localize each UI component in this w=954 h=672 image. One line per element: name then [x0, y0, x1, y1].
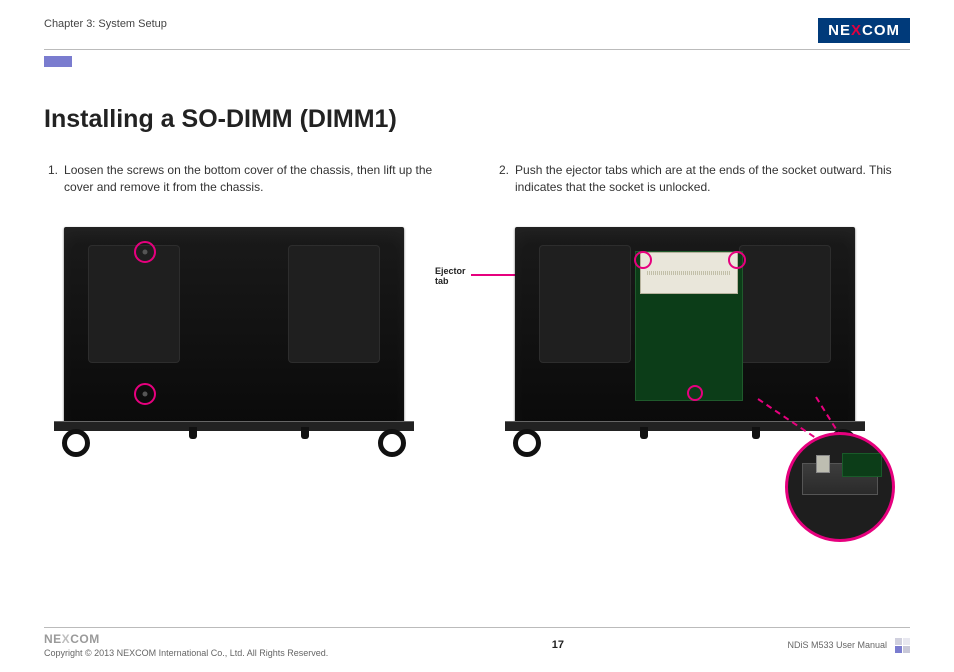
- cover-panel-right-2: [739, 245, 831, 363]
- sodimm-bay: [635, 251, 743, 401]
- mounting-foot-left: [62, 429, 90, 457]
- ejector-tab-marker-right: [728, 251, 746, 269]
- brand-x: X: [851, 22, 862, 39]
- ejector-tab-marker-left: [634, 251, 652, 269]
- brand-post: COM: [862, 22, 900, 39]
- chassis-bottom-view: [64, 227, 404, 427]
- page-number: 17: [552, 639, 564, 651]
- copyright-text: Copyright © 2013 NEXCOM International Co…: [44, 648, 328, 658]
- base-plate-2: [505, 421, 865, 431]
- figure-2: Ejector tab: [495, 227, 910, 427]
- sodimm-socket: [640, 252, 738, 294]
- screw-marker-1: [134, 241, 156, 263]
- mounting-foot-left-2: [513, 429, 541, 457]
- zoom-detail-circle: [785, 432, 895, 542]
- step-1-text: Loosen the screws on the bottom cover of…: [64, 162, 459, 197]
- brand-bot-x: X: [62, 632, 71, 646]
- step-2-num: 2.: [499, 162, 509, 197]
- brand-logo-bottom: NEXCOM: [44, 632, 328, 646]
- brand-pre: NE: [828, 22, 851, 39]
- cover-panel-left-2: [539, 245, 631, 363]
- brand-logo-top: NEXCOM: [818, 18, 910, 43]
- base-plate: [54, 421, 414, 431]
- page-footer: NEXCOM Copyright © 2013 NEXCOM Internati…: [44, 627, 910, 658]
- mounting-foot-right: [378, 429, 406, 457]
- zoom-detail-pcb: [842, 453, 882, 477]
- cover-panel-right: [288, 245, 380, 363]
- step-2: 2. Push the ejector tabs which are at th…: [495, 162, 910, 197]
- chassis-open-view: [515, 227, 855, 427]
- chapter-title: Chapter 3: System Setup: [44, 18, 167, 30]
- footer-ornament-icon: [895, 638, 910, 653]
- peg-a-2: [640, 427, 648, 439]
- column-right: 2. Push the ejector tabs which are at th…: [495, 162, 910, 427]
- doc-title: NDiS M533 User Manual: [787, 640, 887, 650]
- page-title: Installing a SO-DIMM (DIMM1): [44, 105, 910, 134]
- peg-a: [189, 427, 197, 439]
- screw-marker-2: [134, 383, 156, 405]
- zoom-detail-clip: [816, 455, 830, 473]
- accent-bar: [44, 56, 72, 67]
- peg-b-2: [752, 427, 760, 439]
- brand-bot-post: COM: [70, 632, 100, 646]
- latch-marker: [687, 385, 703, 401]
- peg-b: [301, 427, 309, 439]
- cover-panel-left: [88, 245, 180, 363]
- column-left: 1. Loosen the screws on the bottom cover…: [44, 162, 459, 427]
- brand-bot-pre: NE: [44, 632, 62, 646]
- page-header: Chapter 3: System Setup NEXCOM: [44, 18, 910, 50]
- step-1: 1. Loosen the screws on the bottom cover…: [44, 162, 459, 197]
- step-1-num: 1.: [48, 162, 58, 197]
- figure-1: [44, 227, 459, 427]
- step-2-text: Push the ejector tabs which are at the e…: [515, 162, 910, 197]
- ejector-tab-label: Ejector tab: [435, 267, 466, 287]
